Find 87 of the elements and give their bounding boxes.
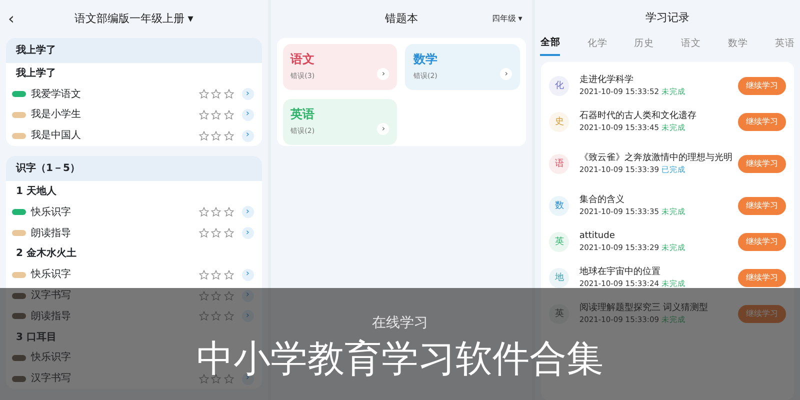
subject-avatar: 史 xyxy=(549,112,570,132)
arrow-button[interactable]: › xyxy=(242,310,254,322)
arrow-button[interactable]: › xyxy=(242,130,254,142)
star-icon xyxy=(211,207,222,218)
category-tab[interactable]: 英语 xyxy=(774,36,795,56)
lesson-heading: 2 金木水火土 xyxy=(15,246,78,262)
star-icon xyxy=(211,374,222,384)
arrow-button[interactable]: › xyxy=(242,227,254,240)
record-title: 地球在宇宙中的位置 xyxy=(579,267,662,278)
category-tab[interactable]: 全部 xyxy=(540,36,560,56)
lesson-title[interactable]: 朗读指导 xyxy=(31,226,71,241)
category-tab[interactable]: 历史 xyxy=(634,36,654,56)
star-icon xyxy=(198,374,209,384)
continue-button[interactable]: 继续学习 xyxy=(738,269,786,288)
continue-button[interactable]: 继续学习 xyxy=(738,305,786,324)
continue-button[interactable]: 继续学习 xyxy=(738,77,786,96)
star-icon xyxy=(224,374,234,384)
record-title: 阅读理解题型探究三 词义猜测型 xyxy=(579,303,708,314)
banner-subtitle: 在线学习 xyxy=(372,314,428,333)
grade-selector[interactable]: 四年级 ▾ xyxy=(492,13,522,25)
record-title: 走进化学科学 xyxy=(579,75,634,86)
star-icon xyxy=(224,130,234,141)
subject-name: 英语 xyxy=(290,106,316,123)
subject-avatar: 英 xyxy=(549,304,570,324)
star-icon xyxy=(198,290,209,301)
subject-avatar: 英 xyxy=(549,232,570,252)
lesson-title[interactable]: 汉字书写 xyxy=(31,371,71,386)
lesson-heading: 我上学了 xyxy=(14,66,57,81)
record-title: attitude xyxy=(579,231,616,242)
category-tab[interactable]: 化学 xyxy=(587,36,608,56)
star-icon xyxy=(211,311,222,322)
star-icon xyxy=(211,130,222,141)
star-icon xyxy=(211,89,222,100)
arrow-button[interactable]: › xyxy=(242,108,254,121)
continue-button[interactable]: 继续学习 xyxy=(738,113,786,132)
lesson-title[interactable]: 我爱学语文 xyxy=(31,86,81,102)
book-selector[interactable]: 语文部编版一年级上册 ▾ xyxy=(74,10,194,28)
category-tab[interactable]: 数学 xyxy=(728,36,748,56)
subject-name: 数学 xyxy=(413,51,438,68)
star-icon xyxy=(211,228,222,238)
star-icon xyxy=(224,311,234,322)
back-button[interactable]: ‹ xyxy=(4,11,18,27)
continue-button[interactable]: 继续学习 xyxy=(738,233,786,252)
continue-button[interactable]: 继续学习 xyxy=(738,197,786,216)
category-tab[interactable]: 语文 xyxy=(681,36,702,56)
star-icon xyxy=(224,270,234,280)
section-title: 识字（1－5） xyxy=(6,156,262,182)
star-icon xyxy=(198,110,209,120)
star-icon xyxy=(224,207,234,218)
arrow-button[interactable]: › xyxy=(242,206,254,218)
lesson-heading: 1 天地人 xyxy=(15,184,58,200)
lesson-title[interactable]: 我是小学生 xyxy=(31,107,81,122)
subject-name: 语文 xyxy=(290,51,316,68)
subject-avatar: 数 xyxy=(549,196,570,216)
star-icon xyxy=(198,130,209,141)
record-title: 《致云雀》之奔放激情中的理想与光明 xyxy=(579,153,732,164)
section-title: 我上学了 xyxy=(6,38,262,63)
star-icon xyxy=(198,311,209,322)
star-icon xyxy=(211,270,222,280)
star-icon xyxy=(198,89,209,100)
arrow-button[interactable]: › xyxy=(242,88,254,100)
star-icon xyxy=(224,290,234,301)
star-icon xyxy=(198,270,209,280)
star-icon xyxy=(211,110,222,120)
record-title: 集合的含义 xyxy=(579,195,626,206)
arrow-button[interactable]: › xyxy=(242,268,254,281)
lesson-title[interactable]: 快乐识字 xyxy=(31,204,71,220)
subject-avatar: 化 xyxy=(549,76,570,96)
subject-avatar: 地 xyxy=(549,268,570,288)
lesson-title[interactable]: 快乐识字 xyxy=(31,267,71,282)
star-icon xyxy=(224,89,234,100)
lesson-title[interactable]: 汉字书写 xyxy=(31,288,71,304)
star-icon xyxy=(224,228,234,238)
record-title: 石器时代的古人类和文化遗存 xyxy=(579,111,696,122)
lesson-title[interactable]: 朗读指导 xyxy=(31,308,71,324)
page-title: 学习记录 xyxy=(646,10,690,26)
lesson-title[interactable]: 我是中国人 xyxy=(31,128,81,144)
arrow-button[interactable]: › xyxy=(242,290,254,302)
subject-avatar: 语 xyxy=(549,154,570,174)
star-icon xyxy=(198,207,209,218)
star-icon xyxy=(224,110,234,120)
star-icon xyxy=(198,228,209,238)
continue-button[interactable]: 继续学习 xyxy=(738,155,786,174)
lesson-heading: 3 口耳目 xyxy=(15,330,58,345)
lesson-title[interactable]: 快乐识字 xyxy=(31,350,71,366)
page-title: 错题本 xyxy=(384,10,418,27)
star-icon xyxy=(211,290,222,301)
